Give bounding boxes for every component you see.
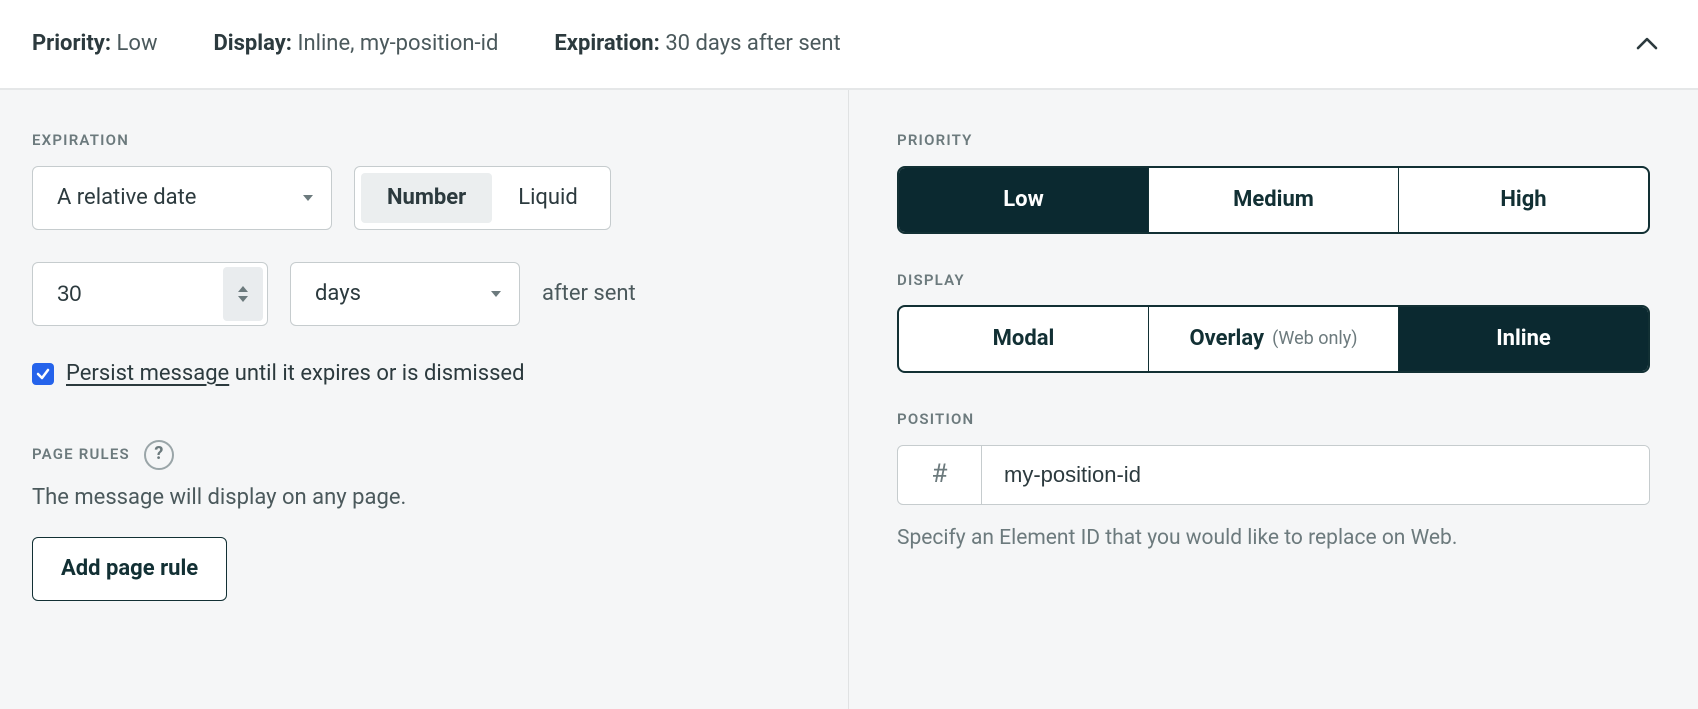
expiration-section-label: EXPIRATION	[32, 130, 816, 152]
expiration-unit-select[interactable]: days	[290, 262, 520, 326]
settings-panel: EXPIRATION A relative date Number Liquid…	[0, 89, 1698, 709]
summary-priority-label: Priority:	[32, 31, 111, 56]
summary-display: Display: Inline, my-position-id	[213, 28, 498, 60]
position-input-wrap: #	[897, 445, 1650, 505]
persist-checkbox[interactable]	[32, 363, 54, 385]
position-input[interactable]	[982, 446, 1649, 504]
stepper-down-icon	[238, 296, 248, 302]
add-page-rule-button[interactable]: Add page rule	[32, 537, 227, 601]
persist-label-link[interactable]: Persist message	[66, 361, 229, 386]
display-option-inline[interactable]: Inline	[1398, 307, 1648, 371]
priority-segment: Low Medium High	[897, 166, 1650, 234]
number-stepper[interactable]	[223, 267, 263, 321]
persist-checkbox-row: Persist message until it expires or is d…	[32, 358, 816, 390]
display-option-overlay-sub: (Web only)	[1272, 326, 1358, 352]
priority-option-low[interactable]: Low	[899, 168, 1148, 232]
persist-label: Persist message until it expires or is d…	[66, 358, 525, 390]
left-column: EXPIRATION A relative date Number Liquid…	[0, 90, 849, 709]
page-rules-description: The message will display on any page.	[32, 482, 816, 514]
expiration-mode-value: A relative date	[57, 182, 196, 214]
expiration-number-field[interactable]	[32, 262, 268, 326]
display-option-overlay-label: Overlay	[1189, 323, 1264, 355]
page-rules-section-label: PAGE RULES	[32, 444, 130, 466]
help-icon[interactable]: ?	[144, 440, 174, 470]
expiration-type-liquid[interactable]: Liquid	[492, 173, 604, 223]
display-segment: Modal Overlay (Web only) Inline	[897, 305, 1650, 373]
priority-option-medium[interactable]: Medium	[1148, 168, 1398, 232]
right-column: PRIORITY Low Medium High DISPLAY Modal O…	[849, 90, 1698, 709]
summary-expiration-value: 30 days after sent	[665, 31, 840, 56]
caret-down-icon	[303, 195, 313, 201]
summary-expiration: Expiration: 30 days after sent	[554, 28, 840, 60]
summary-expiration-label: Expiration:	[554, 31, 659, 56]
priority-section-label: PRIORITY	[897, 130, 1650, 152]
expiration-unit-value: days	[315, 278, 361, 310]
expiration-type-number[interactable]: Number	[361, 173, 492, 223]
summary-header: Priority: Low Display: Inline, my-positi…	[0, 0, 1698, 89]
summary-priority-value: Low	[117, 31, 158, 56]
expiration-after-text: after sent	[542, 278, 636, 310]
display-option-overlay[interactable]: Overlay (Web only)	[1148, 307, 1398, 371]
expiration-mode-select[interactable]: A relative date	[32, 166, 332, 230]
collapse-toggle-icon[interactable]	[1636, 28, 1658, 60]
position-help-text: Specify an Element ID that you would lik…	[897, 523, 1577, 553]
expiration-type-segment: Number Liquid	[354, 166, 611, 230]
summary-display-value: Inline, my-position-id	[297, 31, 498, 56]
persist-label-tail: until it expires or is dismissed	[229, 361, 524, 386]
display-section-label: DISPLAY	[897, 270, 1650, 292]
summary-priority: Priority: Low	[32, 28, 157, 60]
priority-option-high[interactable]: High	[1398, 168, 1648, 232]
position-prefix: #	[898, 446, 982, 504]
summary-display-label: Display:	[213, 31, 292, 56]
position-section-label: POSITION	[897, 409, 1650, 431]
stepper-up-icon	[238, 286, 248, 292]
expiration-number-input[interactable]	[57, 281, 211, 307]
caret-down-icon	[491, 291, 501, 297]
display-option-modal[interactable]: Modal	[899, 307, 1148, 371]
